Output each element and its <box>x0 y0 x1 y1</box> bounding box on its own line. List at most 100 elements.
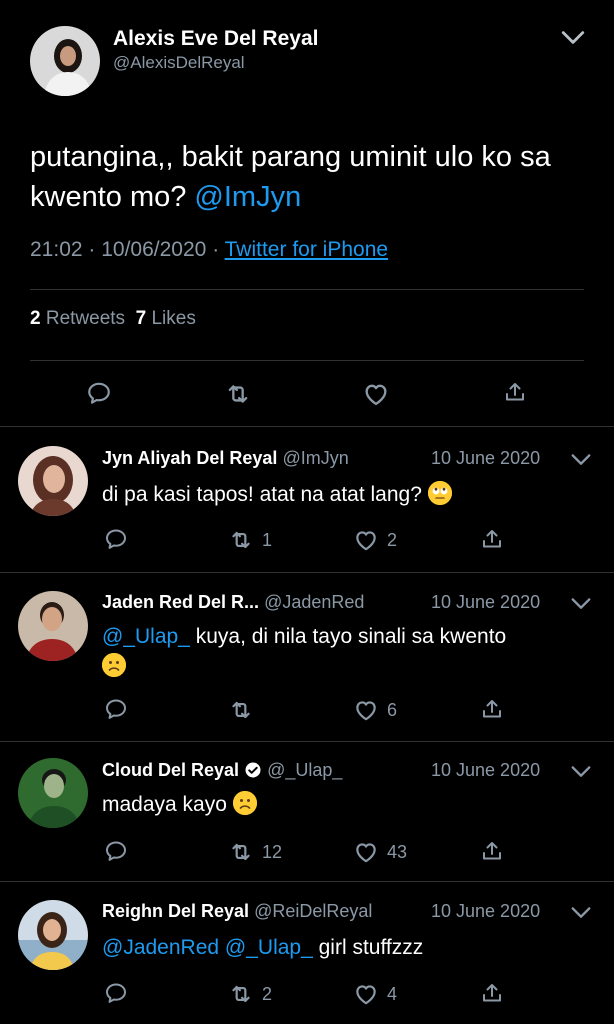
share-button[interactable] <box>480 839 504 863</box>
reply-header: Jyn Aliyah Del Reyal @ImJyn <box>102 448 349 469</box>
heart-icon <box>362 380 390 408</box>
like-count: 4 <box>387 983 398 1004</box>
reply-body: girl stuffzzz <box>318 936 424 959</box>
chevron-down-icon[interactable] <box>570 596 592 612</box>
chevron-down-icon[interactable] <box>570 764 592 780</box>
like-button[interactable] <box>362 380 390 408</box>
meta-dot: · <box>212 238 225 261</box>
mention-link[interactable]: @ImJyn <box>194 181 301 213</box>
retweet-button[interactable]: 12 <box>228 839 282 865</box>
reply-header: Jaden Red Del R... @JadenRed <box>102 592 364 613</box>
tweet-text: putangina,, bakit parang uminit ulo ko s… <box>30 137 590 217</box>
reply-author-name[interactable]: Cloud Del Reyal <box>102 760 239 780</box>
reply-author-name[interactable]: Reighn Del Reyal <box>102 901 249 921</box>
author-handle[interactable]: @AlexisDelReyal <box>113 53 245 73</box>
mention-link[interactable]: @_Ulap_ <box>225 936 313 959</box>
retweet-icon <box>228 527 254 553</box>
author-name[interactable]: Alexis Eve Del Reyal <box>113 27 318 51</box>
reply-icon <box>104 981 128 1005</box>
retweet-button[interactable] <box>224 380 252 408</box>
chevron-down-icon[interactable] <box>570 452 592 468</box>
retweets-stat[interactable]: 2 Retweets <box>30 308 125 329</box>
reply-icon <box>104 697 128 721</box>
chevron-down-icon[interactable] <box>560 28 586 48</box>
reply-text: @_Ulap_ kuya, di nila tayo sinali sa kwe… <box>102 622 592 682</box>
like-button[interactable]: 4 <box>353 981 397 1007</box>
author-avatar[interactable] <box>30 26 100 96</box>
likes-stat[interactable]: 7 Likes <box>136 308 196 329</box>
reply-avatar[interactable] <box>18 758 88 828</box>
reply-header: Reighn Del Reyal @ReiDelReyal <box>102 901 372 922</box>
reply-date: 10 June 2020 <box>431 901 541 921</box>
reply-date: 10 June 2020 <box>431 592 541 612</box>
share-icon <box>503 380 527 404</box>
heart-icon <box>353 697 379 723</box>
retweet-count: 12 <box>262 841 283 862</box>
share-icon <box>480 981 504 1005</box>
reply-button[interactable] <box>104 697 128 721</box>
reply-tweet[interactable]: Jaden Red Del R... @JadenRed 10 June 202… <box>0 573 614 741</box>
reply-text: di pa kasi tapos! atat na atat lang? <box>102 480 592 510</box>
reply-tweet[interactable]: Cloud Del Reyal @_Ulap_ 10 June 2020 mad… <box>0 742 614 881</box>
reply-body: madaya kayo <box>102 793 227 816</box>
reply-text: madaya kayo <box>102 790 592 820</box>
divider <box>30 289 584 290</box>
retweet-icon <box>228 839 254 865</box>
tweet-time: 21:02 <box>30 238 83 261</box>
reply-button[interactable] <box>104 527 128 551</box>
reply-avatar[interactable] <box>18 591 88 661</box>
reply-tweet[interactable]: Jyn Aliyah Del Reyal @ImJyn 10 June 2020… <box>0 427 614 572</box>
heart-icon <box>353 981 379 1007</box>
like-button[interactable]: 6 <box>353 697 397 723</box>
like-count: 2 <box>387 529 398 550</box>
eye-roll-emoji <box>427 481 452 505</box>
reply-button[interactable] <box>86 380 112 406</box>
meta-dot: · <box>88 238 102 261</box>
retweet-button[interactable] <box>228 697 262 723</box>
reply-tweet[interactable]: Reighn Del Reyal @ReiDelReyal 10 June 20… <box>0 882 614 1024</box>
reply-icon <box>104 527 128 551</box>
reply-body: di pa kasi tapos! atat na atat lang? <box>102 483 422 506</box>
like-button[interactable]: 43 <box>353 839 407 865</box>
reply-button[interactable] <box>104 839 128 863</box>
reply-author-name[interactable]: Jaden Red Del R... <box>102 592 259 612</box>
main-action-bar <box>0 372 614 416</box>
tweet-date: 10/06/2020 <box>101 238 207 261</box>
chevron-down-icon[interactable] <box>570 905 592 921</box>
reply-author-name[interactable]: Jyn Aliyah Del Reyal <box>102 448 277 468</box>
tweet-source-link[interactable]: Twitter for iPhone <box>225 238 388 261</box>
frowning-emoji <box>102 653 126 677</box>
reply-avatar[interactable] <box>18 900 88 970</box>
reply-author-handle[interactable]: @_Ulap_ <box>267 760 342 780</box>
reply-avatar[interactable] <box>18 446 88 516</box>
share-button[interactable] <box>480 697 504 721</box>
mention-link[interactable]: @JadenRed <box>102 936 219 959</box>
retweet-count: 2 <box>262 983 273 1004</box>
share-button[interactable] <box>480 527 504 551</box>
reply-author-handle[interactable]: @ImJyn <box>282 448 348 468</box>
retweet-button[interactable]: 2 <box>228 981 272 1007</box>
reply-text: @JadenRed @_Ulap_ girl stuffzzz <box>102 933 592 963</box>
verified-icon <box>245 762 261 778</box>
reply-author-handle[interactable]: @JadenRed <box>264 592 364 612</box>
retweet-button[interactable]: 1 <box>228 527 272 553</box>
divider <box>30 360 584 361</box>
retweet-icon <box>228 981 254 1007</box>
like-button[interactable]: 2 <box>353 527 397 553</box>
reply-header: Cloud Del Reyal @_Ulap_ <box>102 760 342 781</box>
reply-author-handle[interactable]: @ReiDelReyal <box>254 901 372 921</box>
share-button[interactable] <box>480 981 504 1005</box>
share-button[interactable] <box>503 380 527 404</box>
heart-icon <box>353 839 379 865</box>
share-icon <box>480 839 504 863</box>
retweet-icon <box>224 380 252 408</box>
like-count: 6 <box>387 699 398 720</box>
share-icon <box>480 697 504 721</box>
reply-button[interactable] <box>104 981 128 1005</box>
reply-date: 10 June 2020 <box>431 760 541 780</box>
mention-link[interactable]: @_Ulap_ <box>102 625 190 648</box>
tweet-stats: 2 Retweets 7 Likes <box>30 308 196 330</box>
reply-date: 10 June 2020 <box>431 448 541 468</box>
heart-icon <box>353 527 379 553</box>
retweet-icon <box>228 697 254 723</box>
